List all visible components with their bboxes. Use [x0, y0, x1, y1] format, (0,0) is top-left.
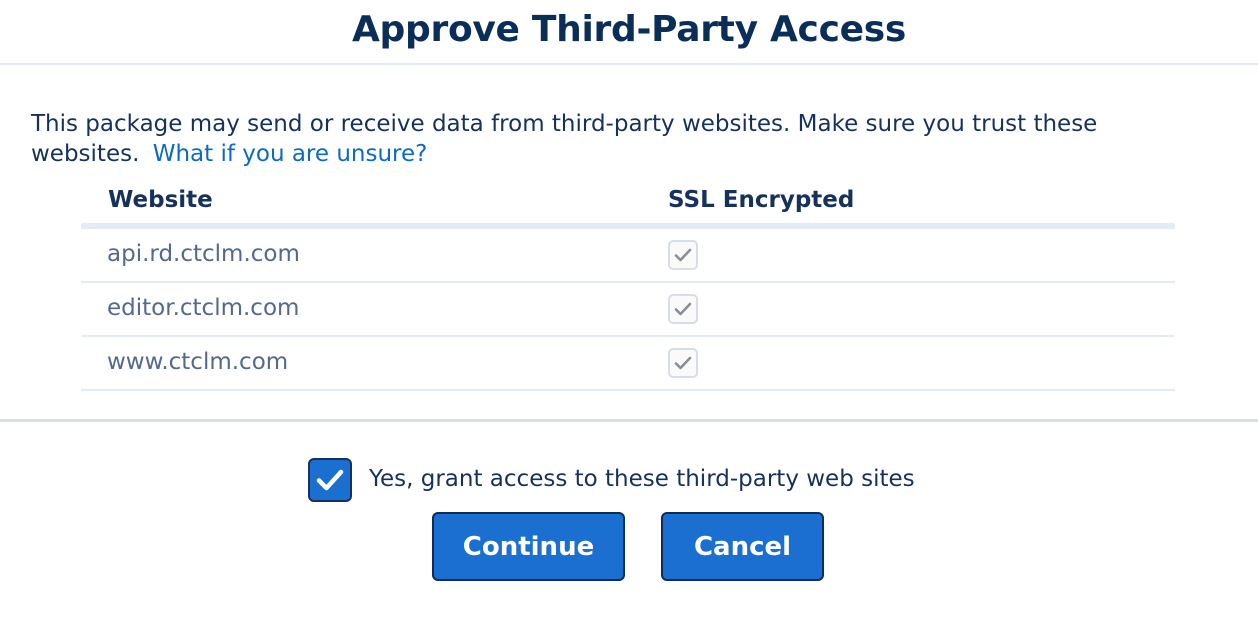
website-cell: editor.ctclm.com [107, 295, 300, 321]
grant-access-label[interactable]: Yes, grant access to these third-party w… [369, 466, 915, 492]
dialog-description: This package may send or receive data fr… [31, 109, 1211, 169]
ssl-check-icon [668, 348, 698, 378]
website-cell: www.ctclm.com [107, 349, 289, 375]
table-row: editor.ctclm.com [81, 283, 1175, 337]
cancel-button[interactable]: Cancel [661, 512, 824, 581]
ssl-check-icon [668, 240, 698, 270]
checkmark-icon [316, 469, 344, 491]
footer-divider [0, 419, 1258, 422]
continue-button[interactable]: Continue [432, 512, 625, 581]
dialog-header: Approve Third-Party Access [0, 0, 1258, 65]
help-link[interactable]: What if you are unsure? [153, 141, 428, 167]
column-header-website: Website [108, 187, 213, 213]
table-row: www.ctclm.com [81, 337, 1175, 391]
table-row: api.rd.ctclm.com [81, 229, 1175, 283]
website-cell: api.rd.ctclm.com [107, 241, 300, 267]
websites-table: Website SSL Encrypted api.rd.ctclm.com e… [81, 183, 1175, 391]
column-header-ssl: SSL Encrypted [668, 187, 855, 213]
grant-access-checkbox[interactable] [308, 458, 352, 502]
ssl-check-icon [668, 294, 698, 324]
table-header: Website SSL Encrypted [81, 183, 1175, 229]
grant-access-option[interactable]: Yes, grant access to these third-party w… [308, 458, 915, 502]
dialog-title: Approve Third-Party Access [352, 9, 906, 50]
